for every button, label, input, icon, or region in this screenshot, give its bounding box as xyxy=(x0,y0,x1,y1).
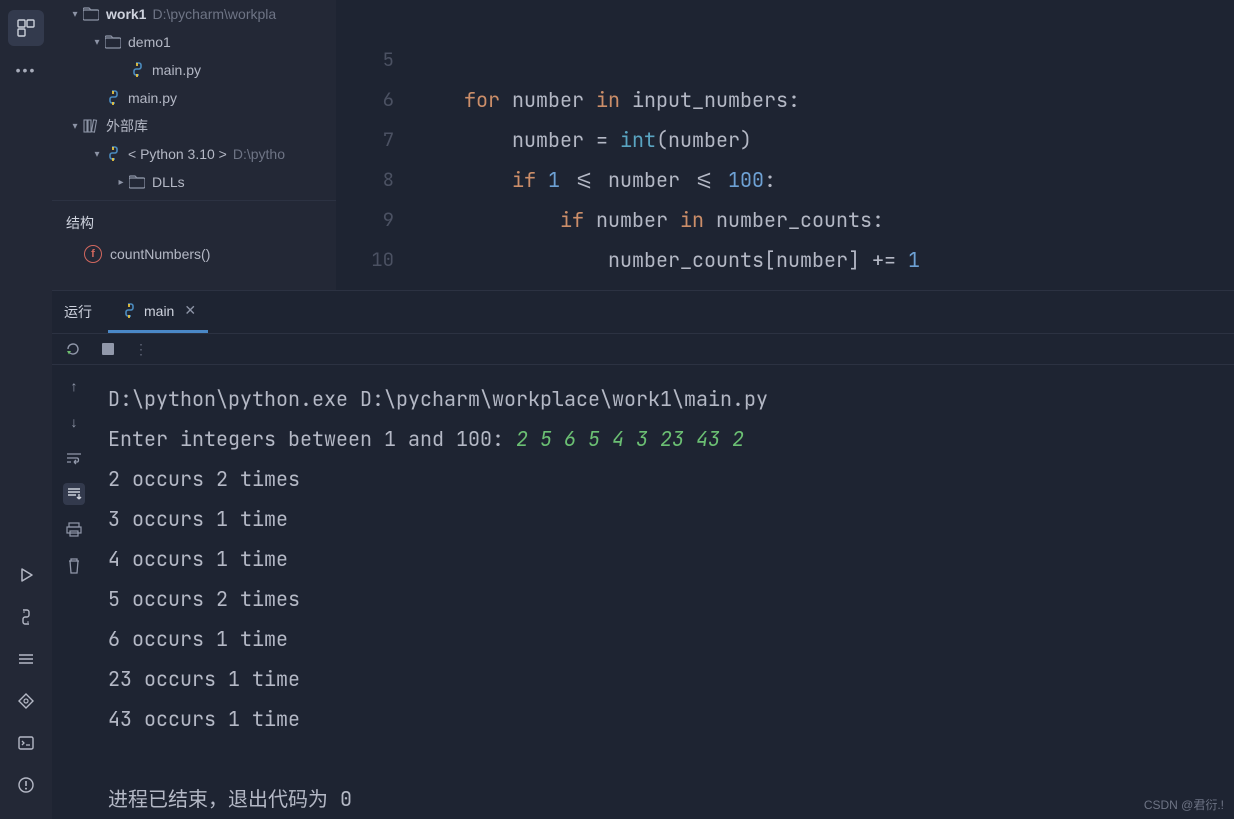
tree-path: D:\pycharm\workpla xyxy=(152,6,276,22)
project-tool-icon[interactable] xyxy=(8,10,44,46)
chevron-down-icon: ▾ xyxy=(68,9,82,20)
rerun-icon[interactable] xyxy=(64,340,82,358)
soft-wrap-icon[interactable] xyxy=(63,447,85,469)
line-gutter: 5678910 xyxy=(336,0,416,290)
python-file-icon xyxy=(104,89,122,107)
run-toolbar: ⋮ xyxy=(52,333,1234,365)
scroll-to-end-icon[interactable] xyxy=(63,483,85,505)
console-line: 5 occurs 2 times xyxy=(108,586,300,612)
console-output[interactable]: D:\python\python.exe D:\pycharm\workplac… xyxy=(96,365,1234,819)
code-area[interactable]: for number in input_numbers: number = in… xyxy=(416,0,1234,290)
problems-icon[interactable] xyxy=(8,767,44,803)
console-prompt: Enter integers between 1 and 100: xyxy=(108,426,516,452)
project-panel: ▾ work1 D:\pycharm\workpla ▾ demo1 main.… xyxy=(52,0,336,200)
tree-label: < Python 3.10 > xyxy=(128,146,227,162)
tree-path: D:\pytho xyxy=(233,146,285,162)
tree-label: main.py xyxy=(128,90,177,106)
print-icon[interactable] xyxy=(63,519,85,541)
console-line: 3 occurs 1 time xyxy=(108,506,288,532)
chevron-right-icon: ▸ xyxy=(114,177,128,188)
run-panel: 运行 main ✕ ⋮ ↑ ↓ D:\python\python.exe D:\… xyxy=(52,290,1234,819)
trash-icon[interactable] xyxy=(63,555,85,577)
tree-label: DLLs xyxy=(152,174,185,190)
console-exit: 进程已结束，退出代码为 0 xyxy=(108,786,352,812)
console-user-input: 2 5 6 5 4 3 23 43 2 xyxy=(516,426,744,452)
chevron-down-icon: ▾ xyxy=(90,37,104,48)
structure-title: 结构 xyxy=(52,201,336,245)
terminal-icon[interactable] xyxy=(8,725,44,761)
console-line: 2 occurs 2 times xyxy=(108,466,300,492)
run-tab-bar: 运行 main ✕ xyxy=(52,291,1234,333)
tree-demo1[interactable]: ▾ demo1 xyxy=(52,28,336,56)
structure-fn-name: countNumbers() xyxy=(110,246,210,262)
run-tab-label: main xyxy=(144,303,174,319)
watermark-text: CSDN @君衍.! xyxy=(1144,796,1224,813)
run-side-toolbar: ↑ ↓ xyxy=(52,365,96,819)
python-file-icon xyxy=(104,145,122,163)
services-icon[interactable] xyxy=(8,641,44,677)
chevron-down-icon: ▾ xyxy=(68,121,82,132)
run-tab-main[interactable]: main ✕ xyxy=(108,291,208,333)
run-panel-title: 运行 xyxy=(64,302,92,322)
tree-dlls[interactable]: ▸ DLLs xyxy=(52,168,336,196)
folder-icon xyxy=(128,173,146,191)
left-tool-rail: ••• xyxy=(0,0,52,819)
up-icon[interactable]: ↑ xyxy=(63,375,85,397)
tree-mainpy-inner[interactable]: main.py xyxy=(52,56,336,84)
folder-icon xyxy=(82,5,100,23)
chevron-down-icon: ▾ xyxy=(90,149,104,160)
python-console-icon[interactable] xyxy=(8,599,44,635)
tree-label: demo1 xyxy=(128,34,171,50)
structure-panel: 结构 f countNumbers() xyxy=(52,200,336,290)
console-line: 4 occurs 1 time xyxy=(108,546,288,572)
tree-mainpy-outer[interactable]: main.py xyxy=(52,84,336,112)
console-cmd: D:\python\python.exe D:\pycharm\workplac… xyxy=(108,386,768,412)
stop-icon[interactable] xyxy=(100,341,116,357)
tree-label: work1 xyxy=(106,6,146,22)
library-icon xyxy=(82,117,100,135)
more-tool-icon[interactable]: ••• xyxy=(8,52,44,88)
python-file-icon xyxy=(128,61,146,79)
structure-function[interactable]: f countNumbers() xyxy=(52,245,336,263)
run-tool-icon[interactable] xyxy=(8,557,44,593)
console-line: 23 occurs 1 time xyxy=(108,666,300,692)
tree-label: main.py xyxy=(152,62,201,78)
tree-label: 外部库 xyxy=(106,116,148,136)
close-icon[interactable]: ✕ xyxy=(184,302,196,319)
tree-work1[interactable]: ▾ work1 D:\pycharm\workpla xyxy=(52,0,336,28)
console-line: 43 occurs 1 time xyxy=(108,706,300,732)
python-file-icon xyxy=(120,302,138,320)
version-control-icon[interactable] xyxy=(8,683,44,719)
function-badge-icon: f xyxy=(84,245,102,263)
console-line: 6 occurs 1 time xyxy=(108,626,288,652)
code-editor[interactable]: 5678910 for number in input_numbers: num… xyxy=(336,0,1234,290)
down-icon[interactable]: ↓ xyxy=(63,411,85,433)
folder-icon xyxy=(104,33,122,51)
tree-external-libs[interactable]: ▾ 外部库 xyxy=(52,112,336,140)
tree-python-sdk[interactable]: ▾ < Python 3.10 > D:\pytho xyxy=(52,140,336,168)
